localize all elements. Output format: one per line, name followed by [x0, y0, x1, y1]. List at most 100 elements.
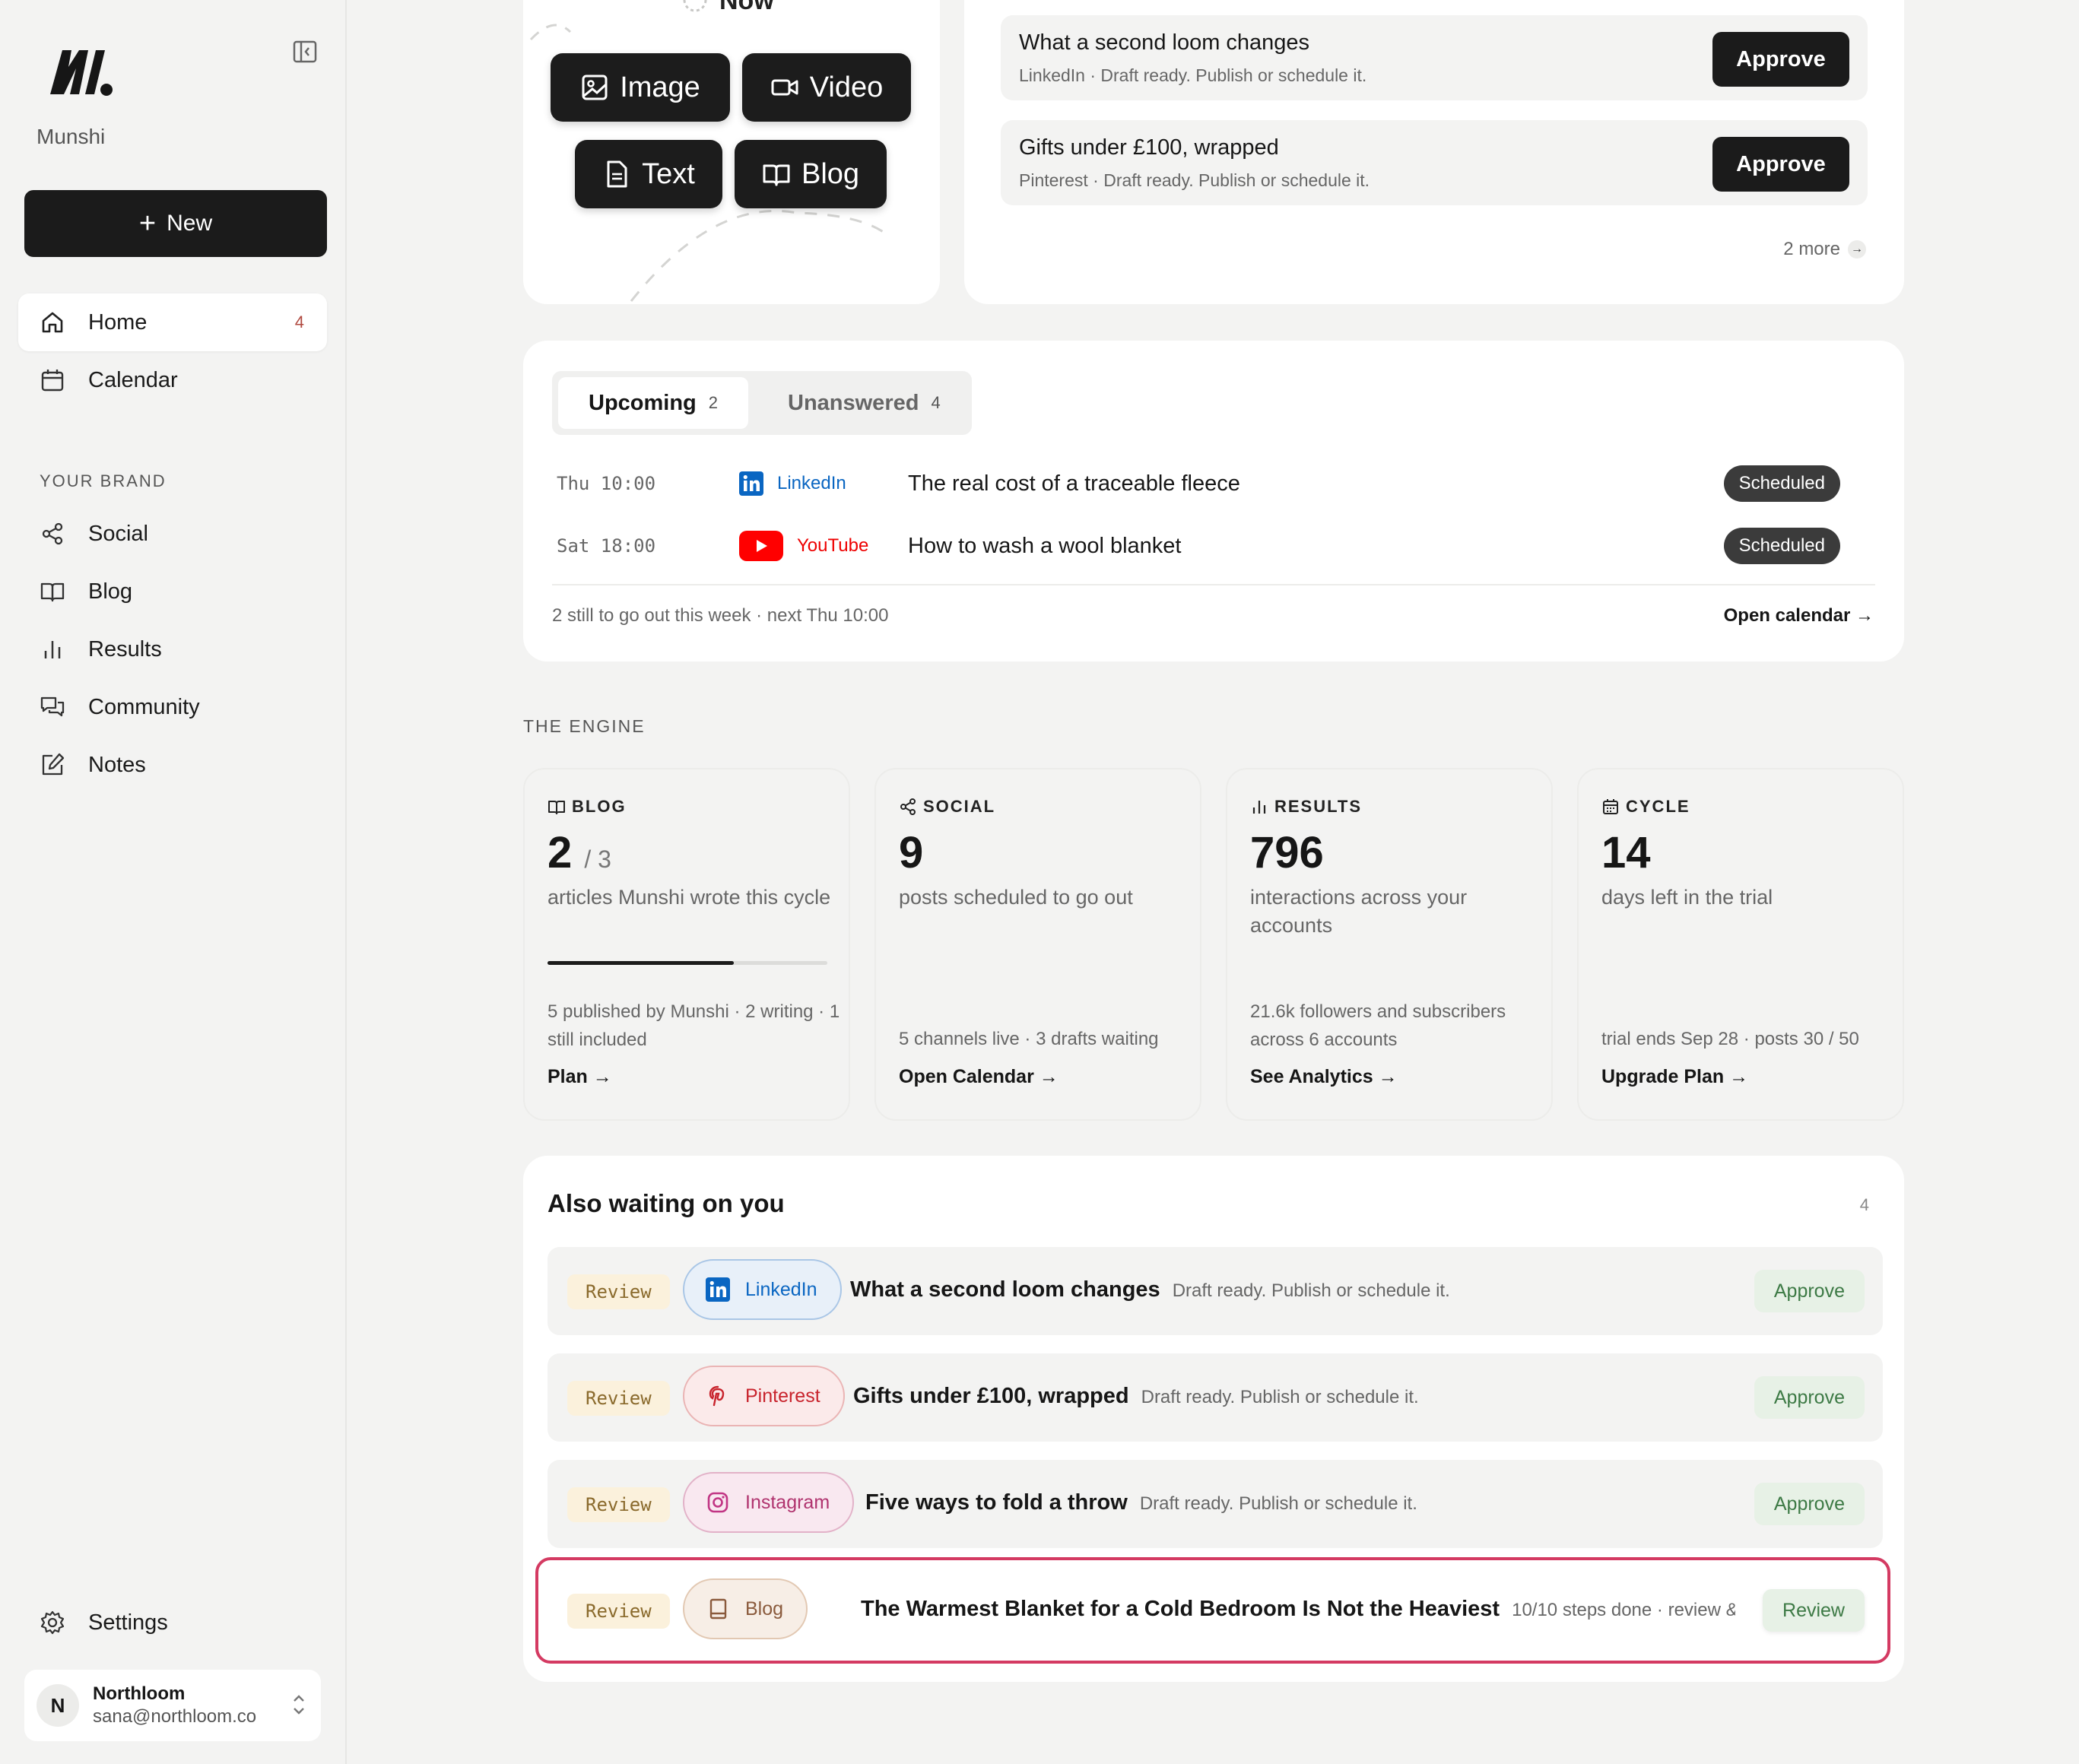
- engine-card-description: interactions across your accounts: [1250, 886, 1468, 937]
- approve-button[interactable]: Approve: [1712, 32, 1849, 87]
- waiting-row[interactable]: Review Pinterest Gifts under £100, wrapp…: [548, 1353, 1883, 1442]
- approval-subtitle: LinkedIn · Draft ready. Publish or sched…: [1019, 65, 1367, 85]
- more-approvals-link[interactable]: 2 more →: [1783, 239, 1866, 260]
- engine-card-value: 14: [1601, 828, 1651, 877]
- create-blog-button[interactable]: Blog: [735, 140, 887, 208]
- share-icon: [42, 522, 63, 545]
- channel-name: Pinterest: [745, 1385, 820, 1407]
- new-button-label: New: [167, 211, 213, 236]
- engine-card-title: RESULTS: [1274, 797, 1363, 816]
- channel-chip: Instagram: [683, 1472, 855, 1533]
- tab-bar: Upcoming 2 Unanswered 4: [552, 371, 972, 435]
- waiting-item-title: The Warmest Blanket for a Cold Bedroom I…: [861, 1597, 1735, 1622]
- upcoming-row[interactable]: Thu 10:00 LinkedIn The real cost of a tr…: [546, 453, 1881, 514]
- calendar-icon: [41, 370, 64, 392]
- tab-unanswered[interactable]: Unanswered 4: [757, 377, 971, 429]
- review-tag: Review: [567, 1594, 670, 1629]
- create-blog-label: Blog: [801, 157, 860, 190]
- item-subtitle: Draft ready. Publish or schedule it.: [1172, 1280, 1450, 1301]
- arrow-right-icon: →: [1848, 240, 1866, 259]
- item-title-text: What a second loom changes: [850, 1277, 1160, 1302]
- sidebar-item-social[interactable]: Social: [18, 505, 327, 563]
- waiting-title: Also waiting on you: [548, 1189, 785, 1217]
- status-badge: Scheduled: [1723, 528, 1840, 564]
- approve-button[interactable]: Approve: [1754, 1483, 1865, 1525]
- waiting-count: 4: [1859, 1195, 1869, 1214]
- scheduled-time: Thu 10:00: [557, 473, 656, 494]
- sidebar-item-community[interactable]: Community: [18, 678, 327, 736]
- approve-button[interactable]: Approve: [1754, 1270, 1865, 1312]
- engine-card-title: SOCIAL: [923, 797, 996, 816]
- calendar-icon: [1603, 799, 1618, 814]
- approve-button[interactable]: Approve: [1754, 1376, 1865, 1419]
- sidebar: Munshi + New Home 4 Calendar YOUR BRAND …: [0, 0, 347, 1764]
- open-calendar-link[interactable]: Open Calendar →: [899, 1066, 1059, 1088]
- channel-chip: Blog: [683, 1578, 808, 1639]
- account-name: Northloom: [93, 1683, 186, 1704]
- engine-card-meta: 21.6k followers and subscribers across 6…: [1250, 1001, 1506, 1050]
- create-video-button[interactable]: Video: [742, 53, 911, 122]
- approval-title: What a second loom changes: [1019, 30, 1310, 55]
- approve-button[interactable]: Approve: [1712, 137, 1849, 192]
- channel-chip: Pinterest: [683, 1366, 845, 1426]
- image-icon: [582, 75, 608, 100]
- waiting-row[interactable]: Review Instagram Five ways to fold a thr…: [548, 1460, 1883, 1548]
- upcoming-row[interactable]: Sat 18:00 YouTube How to wash a wool bla…: [546, 516, 1881, 576]
- sidebar-item-calendar[interactable]: Calendar: [18, 351, 327, 409]
- engine-card-head: SOCIAL: [899, 797, 995, 817]
- sidebar-item-settings[interactable]: Settings: [18, 1594, 327, 1651]
- create-video-label: Video: [809, 71, 884, 103]
- create-text-button[interactable]: Text: [575, 140, 722, 208]
- sidebar-item-label: Blog: [88, 579, 133, 604]
- avatar: N: [37, 1684, 79, 1727]
- open-calendar-link[interactable]: Open calendar →: [1724, 605, 1874, 627]
- waiting-row[interactable]: Review LinkedIn What a second loom chang…: [548, 1247, 1883, 1335]
- collapse-sidebar-icon[interactable]: [292, 40, 318, 64]
- sidebar-item-label: Home: [88, 309, 148, 335]
- waiting-row[interactable]: Review Blog The Warmest Blanket for a Co…: [548, 1566, 1883, 1655]
- engine-card-title: BLOG: [572, 797, 627, 816]
- create-text-label: Text: [642, 157, 695, 190]
- approval-row: What a second loom changes LinkedIn · Dr…: [1001, 15, 1868, 100]
- tab-upcoming[interactable]: Upcoming 2: [558, 377, 749, 429]
- divider: [552, 584, 1875, 585]
- review-tag: Review: [567, 1487, 670, 1522]
- account-switcher[interactable]: N Northloom sana@northloom.co: [24, 1670, 321, 1741]
- engine-card-meta: trial ends Sep 28 · posts 30 / 50: [1601, 1029, 1859, 1049]
- engine-card-social: SOCIAL 9 posts scheduled to go out 5 cha…: [874, 768, 1201, 1121]
- engine-card-head: RESULTS: [1250, 797, 1362, 817]
- upgrade-plan-link[interactable]: Upgrade Plan →: [1601, 1066, 1748, 1088]
- engine-card-meta: 5 published by Munshi · 2 writing · 1 st…: [548, 1001, 840, 1050]
- tab-count: 2: [708, 393, 719, 412]
- engine-card-blog: BLOG 2 / 3 articles Munshi wrote this cy…: [523, 768, 850, 1121]
- munshi-logo[interactable]: [46, 44, 114, 101]
- approval-row: Gifts under £100, wrapped Pinterest · Dr…: [1001, 120, 1868, 205]
- chat-bubbles-icon: [40, 696, 65, 717]
- tab-count: 4: [931, 393, 941, 412]
- sidebar-item-home[interactable]: Home 4: [18, 293, 327, 351]
- sidebar-item-blog[interactable]: Blog: [18, 563, 327, 620]
- create-image-label: Image: [620, 71, 700, 103]
- progress-fill: [548, 961, 735, 965]
- linkedin-icon: [739, 471, 763, 496]
- section-label-engine: THE ENGINE: [523, 716, 646, 736]
- home-icon: [42, 312, 63, 333]
- review-tag: Review: [567, 1381, 670, 1416]
- tab-label: Upcoming: [589, 390, 697, 415]
- share-icon: [900, 798, 916, 815]
- brand-name: Munshi: [37, 125, 106, 148]
- tab-label: Unanswered: [788, 390, 919, 415]
- post-title: How to wash a wool blanket: [908, 533, 1182, 558]
- sidebar-item-notes[interactable]: Notes: [18, 736, 327, 794]
- plan-link[interactable]: Plan →: [548, 1066, 612, 1088]
- create-image-button[interactable]: Image: [551, 53, 730, 122]
- platform-name: YouTube: [797, 535, 869, 556]
- new-button[interactable]: + New: [24, 190, 327, 257]
- see-analytics-link[interactable]: See Analytics →: [1250, 1066, 1398, 1088]
- edit-note-icon: [42, 753, 65, 776]
- instagram-icon: [707, 1492, 728, 1513]
- engine-card-description: articles Munshi wrote this cycle: [548, 886, 831, 909]
- review-button[interactable]: Review: [1763, 1589, 1865, 1632]
- sidebar-item-results[interactable]: Results: [18, 620, 327, 678]
- gear-icon: [40, 1610, 65, 1635]
